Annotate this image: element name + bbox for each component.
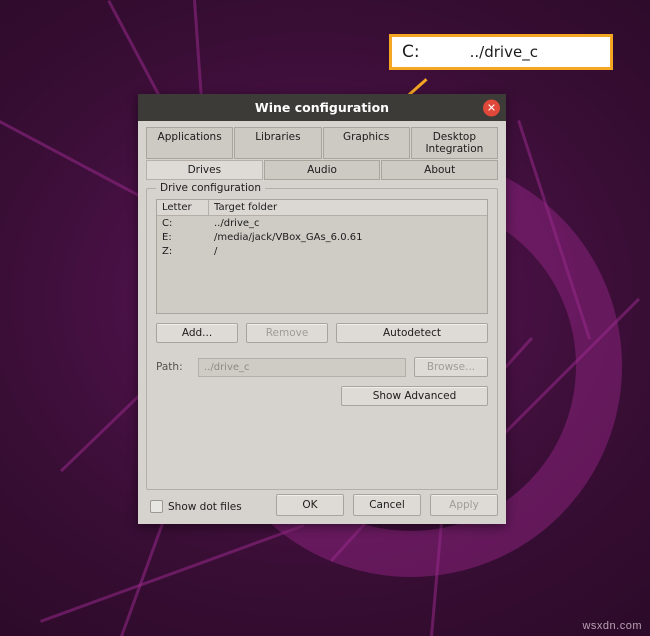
table-row[interactable]: E: /media/jack/VBox_GAs_6.0.61 (157, 230, 487, 244)
dialog-footer: OK Cancel Apply (276, 494, 498, 516)
cancel-button[interactable]: Cancel (353, 494, 421, 516)
remove-button[interactable]: Remove (246, 323, 328, 343)
drive-target-folder: /media/jack/VBox_GAs_6.0.61 (214, 231, 363, 243)
callout-path: ../drive_c (469, 43, 538, 61)
tab-drives[interactable]: Drives (146, 160, 263, 180)
drive-letter: E: (162, 231, 172, 243)
show-dot-files-checkbox[interactable] (150, 500, 163, 513)
column-header-target-folder: Target folder (214, 202, 278, 213)
tab-desktop-integration[interactable]: Desktop Integration (410, 127, 498, 159)
window-title: Wine configuration (254, 100, 390, 115)
tab-audio[interactable]: Audio (263, 160, 381, 180)
table-row[interactable]: C: ../drive_c (157, 216, 487, 230)
screen: wsxdn.com C: ../drive_c Wine configurati… (0, 0, 650, 636)
window-titlebar[interactable]: Wine configuration ✕ (138, 94, 506, 121)
watermark: wsxdn.com (582, 620, 642, 632)
callout-drive-letter: C: (402, 42, 420, 62)
ok-button[interactable]: OK (276, 494, 344, 516)
tab-about[interactable]: About (381, 160, 499, 180)
tab-graphics[interactable]: Graphics (322, 127, 410, 159)
column-header-letter: Letter (157, 200, 209, 215)
autodetect-button[interactable]: Autodetect (336, 323, 488, 343)
callout-box: C: ../drive_c (389, 34, 613, 70)
window-body: Applications Libraries Graphics Desktop … (138, 121, 506, 524)
close-icon[interactable]: ✕ (483, 99, 500, 116)
drive-configuration-group: Drive configuration Letter Target folder… (146, 182, 498, 490)
drive-letter: C: (162, 217, 173, 229)
path-input[interactable]: ../drive_c (198, 357, 406, 377)
apply-button[interactable]: Apply (430, 494, 498, 516)
drive-target-folder: ../drive_c (214, 217, 260, 229)
advanced-row: Show Advanced (156, 386, 488, 406)
show-advanced-button[interactable]: Show Advanced (341, 386, 488, 406)
tab-row-secondary: Drives Audio About (146, 160, 499, 180)
tab-applications[interactable]: Applications (146, 127, 234, 159)
path-label: Path: (156, 361, 183, 373)
tab-row-primary: Applications Libraries Graphics Desktop … (146, 127, 498, 159)
drive-list-header: Letter Target folder (157, 200, 487, 216)
path-row: Path: ../drive_c Browse... (156, 357, 488, 377)
drive-configuration-title: Drive configuration (156, 182, 265, 194)
drive-letter: Z: (162, 245, 173, 257)
drive-target-folder: / (214, 245, 218, 257)
browse-button[interactable]: Browse... (414, 357, 488, 377)
drive-buttons-row: Add... Remove Autodetect (156, 323, 488, 343)
wine-configuration-window: Wine configuration ✕ Applications Librar… (138, 94, 506, 524)
show-dot-files-label: Show dot files (168, 500, 242, 513)
wallpaper-line-8 (40, 524, 305, 623)
add-button[interactable]: Add... (156, 323, 238, 343)
drive-list[interactable]: Letter Target folder C: ../drive_c E: /m… (156, 199, 488, 314)
table-row[interactable]: Z: / (157, 244, 487, 258)
tab-libraries[interactable]: Libraries (234, 127, 322, 159)
